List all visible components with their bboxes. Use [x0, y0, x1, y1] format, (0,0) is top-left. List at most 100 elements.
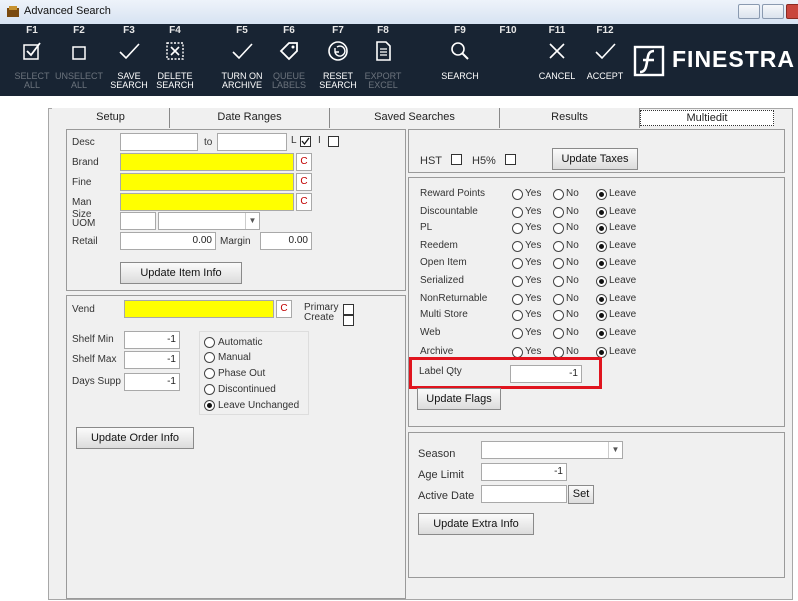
age-limit-input[interactable]: -1 [481, 463, 567, 481]
desc-to-input[interactable] [217, 133, 287, 151]
flag-serialized-leave-radio[interactable] [596, 276, 607, 287]
flag-open-item-yes-radio[interactable] [512, 258, 523, 269]
flag-open-item-leave-radio[interactable] [596, 258, 607, 269]
flag-multi-store-yes-radio[interactable] [512, 310, 523, 321]
season-select[interactable]: ▼ [481, 441, 623, 459]
flag-web-no-radio[interactable] [553, 328, 564, 339]
i-checkbox[interactable] [328, 136, 339, 147]
shelf-max-input[interactable]: -1 [124, 351, 180, 369]
create-checkbox[interactable] [343, 315, 354, 326]
primary-checkbox[interactable] [343, 304, 354, 315]
flag-reedem-yes-radio[interactable] [512, 241, 523, 252]
size-uom-label: Size UOM [72, 209, 96, 229]
flag-serialized-no-radio[interactable] [553, 276, 564, 287]
search-button[interactable]: F9 SEARCH [437, 24, 483, 96]
flag-web-leave-radio[interactable] [596, 328, 607, 339]
cancel-button[interactable]: F11 CANCEL [534, 24, 580, 96]
update-item-info-button[interactable]: Update Item Info [120, 262, 242, 284]
leave-unchanged-label: Leave Unchanged [218, 400, 300, 411]
flag-reward-points-yes-radio[interactable] [512, 189, 523, 200]
save-search-button[interactable]: F3 SAVE SEARCH [106, 24, 152, 96]
reset-search-button[interactable]: F7 RESET SEARCH [315, 24, 361, 96]
to-label: to [204, 137, 213, 148]
flag-discountable-leave-radio[interactable] [596, 207, 607, 218]
flag-label-serialized: Serialized [420, 275, 464, 286]
flag-reedem-no-radio[interactable] [553, 241, 564, 252]
flag-discountable-yes-radio[interactable] [512, 207, 523, 218]
flag-pl-yes-radio[interactable] [512, 223, 523, 234]
fine-input[interactable] [120, 173, 294, 191]
leave-unchanged-radio[interactable] [204, 400, 215, 411]
automatic-radio[interactable] [204, 337, 215, 348]
flag-label-web: Web [420, 327, 441, 338]
h5-checkbox[interactable] [505, 154, 516, 165]
hst-checkbox[interactable] [451, 154, 462, 165]
update-order-info-button[interactable]: Update Order Info [76, 427, 194, 449]
flag-web-yes-radio[interactable] [512, 328, 523, 339]
flag-reward-points-leave-radio[interactable] [596, 189, 607, 200]
discontinued-radio[interactable] [204, 384, 215, 395]
flag-web-yes-label: Yes [525, 327, 542, 338]
label-qty-input[interactable]: -1 [510, 365, 582, 383]
retail-input[interactable]: 0.00 [120, 232, 216, 250]
delete-search-button[interactable]: F4 DELETE SEARCH [152, 24, 198, 96]
flag-reedem-leave-radio[interactable] [596, 241, 607, 252]
tab-setup[interactable]: Setup [52, 108, 170, 128]
man-input[interactable] [120, 193, 294, 211]
size-input[interactable] [120, 212, 156, 230]
man-clear-button[interactable]: C [296, 193, 312, 211]
flag-label-open-item: Open Item [420, 257, 467, 268]
set-date-button[interactable]: Set [568, 485, 594, 504]
flag-nonreturnable-yes-radio[interactable] [512, 294, 523, 305]
flag-multi-store-leave-radio[interactable] [596, 310, 607, 321]
tab-results[interactable]: Results [500, 108, 640, 128]
manual-radio[interactable] [204, 352, 215, 363]
flag-serialized-leave-label: Leave [609, 275, 637, 286]
turn-on-archive-button[interactable]: F5 TURN ON ARCHIVE [219, 24, 265, 96]
age-limit-label: Age Limit [418, 469, 464, 481]
flag-multi-store-no-radio[interactable] [553, 310, 564, 321]
maximize-button[interactable] [762, 4, 784, 19]
tab-date-ranges[interactable]: Date Ranges [170, 108, 330, 128]
tab-saved-searches[interactable]: Saved Searches [330, 108, 500, 128]
brand-input[interactable] [120, 153, 294, 171]
flag-pl-leave-radio[interactable] [596, 223, 607, 234]
desc-from-input[interactable] [120, 133, 198, 151]
window-title: Advanced Search [24, 5, 111, 17]
unselect-all-button[interactable]: F2 UNSELECT ALL [55, 24, 103, 96]
flag-pl-yes-label: Yes [525, 222, 542, 233]
close-button[interactable] [786, 4, 798, 19]
select-all-button[interactable]: F1 SELECT ALL [9, 24, 55, 96]
flag-nonreturnable-no-radio[interactable] [553, 294, 564, 305]
flag-reward-points-no-radio[interactable] [553, 189, 564, 200]
vend-clear-button[interactable]: C [276, 300, 292, 318]
minimize-button[interactable] [738, 4, 760, 19]
flag-nonreturnable-no-label: No [566, 293, 579, 304]
vend-input[interactable] [124, 300, 274, 318]
retail-label: Retail [72, 236, 98, 247]
flag-pl-no-radio[interactable] [553, 223, 564, 234]
active-date-input[interactable] [481, 485, 567, 503]
flag-pl-no-label: No [566, 222, 579, 233]
brand-clear-button[interactable]: C [296, 153, 312, 171]
phase-out-radio[interactable] [204, 368, 215, 379]
fine-clear-button[interactable]: C [296, 173, 312, 191]
flag-nonreturnable-leave-radio[interactable] [596, 294, 607, 305]
margin-input[interactable]: 0.00 [260, 232, 312, 250]
flag-discountable-no-radio[interactable] [553, 207, 564, 218]
update-flags-button[interactable]: Update Flags [417, 388, 501, 410]
tab-multiedit[interactable]: Multiedit [640, 110, 774, 126]
shelf-min-input[interactable]: -1 [124, 331, 180, 349]
flag-open-item-no-radio[interactable] [553, 258, 564, 269]
update-taxes-button[interactable]: Update Taxes [552, 148, 638, 170]
queue-labels-button[interactable]: F6 QUEUE LABELS [266, 24, 312, 96]
l-checkbox[interactable] [300, 136, 311, 147]
days-supp-input[interactable]: -1 [124, 373, 180, 391]
f10-button[interactable]: F10 [485, 24, 531, 96]
update-extra-info-button[interactable]: Update Extra Info [418, 513, 534, 535]
accept-button[interactable]: F12 ACCEPT [582, 24, 628, 96]
export-excel-button[interactable]: F8 EXPORT EXCEL [360, 24, 406, 96]
flag-serialized-yes-radio[interactable] [512, 276, 523, 287]
flag-open-item-leave-label: Leave [609, 257, 637, 268]
uom-select[interactable]: ▼ [158, 212, 260, 230]
